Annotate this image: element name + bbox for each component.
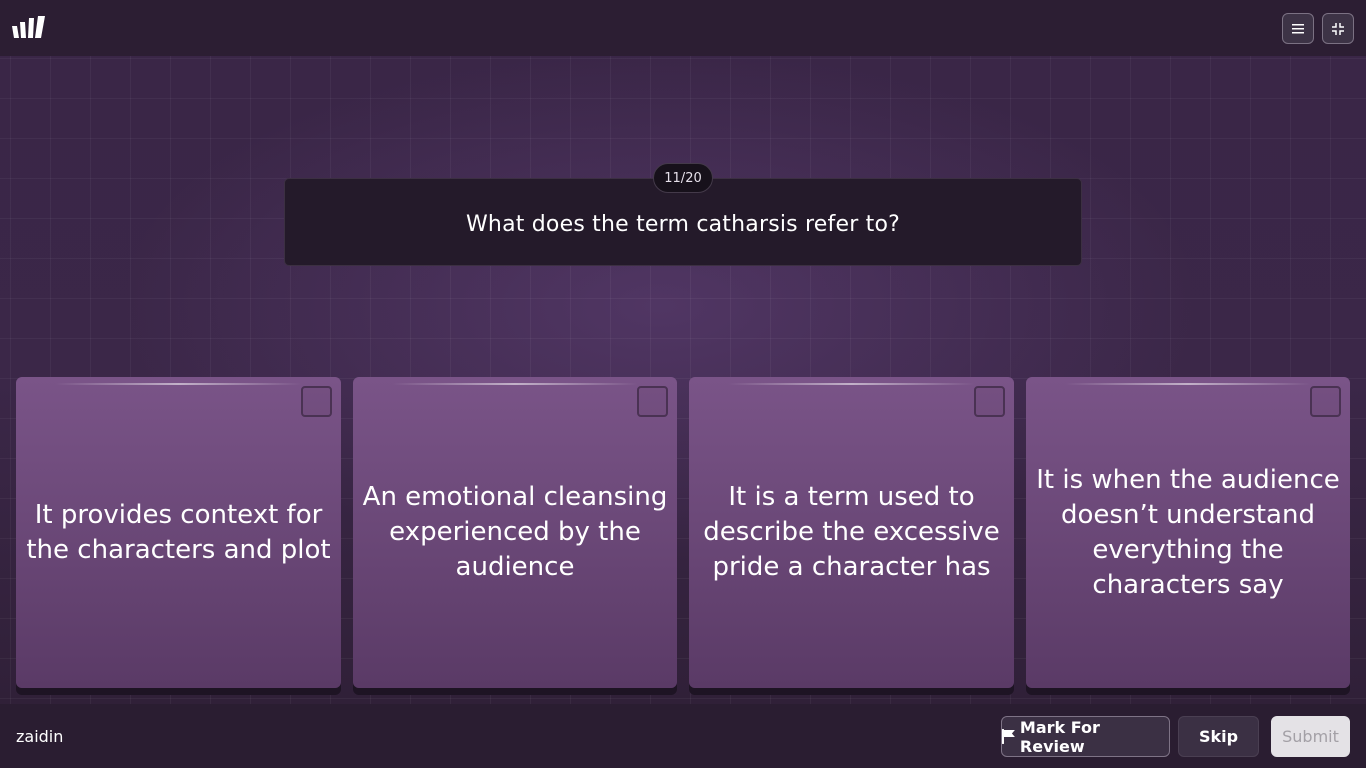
footer-bar: zaidin Mark For Review Skip Submit <box>0 704 1366 768</box>
hamburger-icon <box>1292 23 1304 33</box>
answer-checkbox-1[interactable] <box>301 386 332 417</box>
answer-option-text: It provides context for the characters a… <box>26 499 331 565</box>
answer-option-text: It is when the audience doesn’t understa… <box>1036 464 1340 600</box>
answer-option-1[interactable]: It provides context for the characters a… <box>16 377 341 688</box>
answer-option-text: An emotional cleansing experienced by th… <box>362 482 668 582</box>
exit-fullscreen-button[interactable] <box>1322 13 1354 44</box>
question-counter-badge: 11/20 <box>653 163 713 193</box>
answer-option-2[interactable]: An emotional cleansing experienced by th… <box>353 377 677 688</box>
answer-checkbox-3[interactable] <box>974 386 1005 417</box>
submit-button[interactable]: Submit <box>1271 716 1350 757</box>
answer-option-4[interactable]: It is when the audience doesn’t understa… <box>1026 377 1350 688</box>
top-bar <box>0 0 1366 56</box>
skip-button[interactable]: Skip <box>1178 716 1259 757</box>
question-text: What does the term catharsis refer to? <box>465 211 901 237</box>
answer-checkbox-4[interactable] <box>1310 386 1341 417</box>
answer-checkbox-2[interactable] <box>637 386 668 417</box>
flag-icon <box>1002 729 1015 744</box>
quiz-stage: What does the term catharsis refer to? 1… <box>0 56 1366 704</box>
answer-option-text: It is a term used to describe the excess… <box>703 482 1000 582</box>
username-label: zaidin <box>16 727 64 746</box>
app-logo-icon <box>12 16 45 38</box>
exit-fullscreen-icon <box>1332 22 1344 35</box>
mark-for-review-label: Mark For Review <box>1019 717 1100 756</box>
answer-option-3[interactable]: It is a term used to describe the excess… <box>689 377 1014 688</box>
menu-button[interactable] <box>1282 13 1314 44</box>
mark-for-review-button[interactable]: Mark For Review <box>1001 716 1170 757</box>
